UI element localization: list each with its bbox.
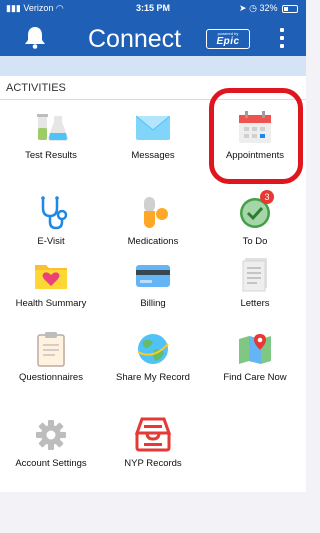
tile-label: Medications <box>127 236 179 247</box>
location-icon: ➤ <box>239 3 247 13</box>
alarm-icon: ◷ <box>249 3 257 13</box>
envelope-icon <box>135 115 171 140</box>
stethoscope-icon <box>41 196 68 230</box>
section-label: ACTIVITIES <box>6 82 66 94</box>
more-vertical-icon[interactable] <box>270 26 294 50</box>
map-pin-icon <box>239 334 271 364</box>
inbox-tray-icon <box>134 417 172 452</box>
tile-messages[interactable]: Messages <box>102 100 204 180</box>
tile-label: Health Summary <box>15 298 87 309</box>
letters-icon <box>242 258 267 292</box>
tile-label: Billing <box>140 298 166 309</box>
brand-epic: Epic <box>216 36 240 47</box>
tile-nyp-records[interactable]: NYP Records <box>102 408 204 488</box>
tile-share-my-record[interactable]: Share My Record <box>102 322 204 402</box>
clipboard-icon <box>37 332 65 367</box>
tile-label: Messages <box>131 150 175 161</box>
header-divider <box>0 56 306 76</box>
tile-label: Find Care Now <box>223 372 287 383</box>
tile-account-settings[interactable]: Account Settings <box>0 408 102 488</box>
pill-icon <box>144 197 168 228</box>
tile-test-results[interactable]: Test Results <box>0 100 102 180</box>
app-title: Connect <box>88 25 182 53</box>
status-bar: ▮▮▮ Verizon ◠ 3:15 PM ➤ ◷ 32% <box>0 3 306 17</box>
tile-label: E-Visit <box>37 236 65 247</box>
tile-label: Share My Record <box>116 372 190 383</box>
appointments-highlight <box>209 88 303 184</box>
battery-icon <box>282 4 298 13</box>
status-right: ➤ ◷ 32% <box>239 3 298 14</box>
tile-label: Questionnaires <box>19 372 83 383</box>
bell-icon[interactable] <box>22 24 48 50</box>
tile-health-summary[interactable]: Health Summary <box>0 248 102 328</box>
todo-badge: 3 <box>260 190 274 204</box>
tile-questionnaires[interactable]: Questionnaires <box>0 322 102 402</box>
test-tubes-icon <box>37 114 68 141</box>
credit-card-icon <box>136 265 170 287</box>
heart-folder-icon <box>35 265 67 289</box>
battery-percent: 32% <box>259 3 278 13</box>
tile-label: Letters <box>240 298 270 309</box>
tile-find-care-now[interactable]: Find Care Now <box>204 322 306 402</box>
app-header: ▮▮▮ Verizon ◠ 3:15 PM ➤ ◷ 32% Connect po… <box>0 0 306 56</box>
gear-icon <box>36 420 66 450</box>
tile-billing[interactable]: Billing <box>102 248 204 328</box>
globe-icon <box>137 334 169 364</box>
tile-letters[interactable]: Letters <box>204 248 306 328</box>
tile-label: Test Results <box>25 150 77 161</box>
tile-label: Account Settings <box>15 458 87 469</box>
tile-label: NYP Records <box>124 458 182 469</box>
epic-logo: powered by Epic <box>206 29 250 49</box>
tile-label: To Do <box>242 236 268 247</box>
